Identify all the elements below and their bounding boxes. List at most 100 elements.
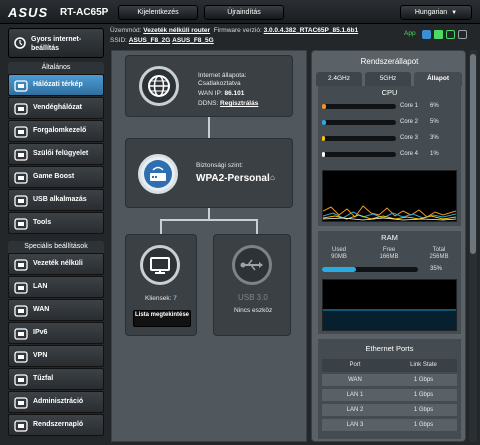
game-boost-icon [14, 172, 28, 184]
firewall-icon [14, 374, 28, 386]
internet-status-label: Internet állapota: [198, 72, 247, 79]
core-bar-fill [322, 136, 325, 141]
advanced-item-label: Vezeték nélküli [33, 260, 83, 267]
general-item-1[interactable]: Vendéghálózat [8, 97, 104, 119]
link-state-cell: 1 Gbps [413, 422, 434, 428]
info-strip: Üzemmód: Vezeték nélküli router Firmware… [110, 26, 480, 48]
advanced-item-0[interactable]: Vezeték nélküli [8, 253, 104, 275]
quick-setup-icon [14, 37, 26, 49]
ddns-register-link[interactable]: Regisztrálás [220, 100, 258, 107]
quick-internet-setup-button[interactable]: Gyors internet-beállítás [8, 28, 104, 58]
core-bar [322, 152, 396, 157]
ram-usage-bar [322, 267, 418, 272]
usb-status-icon[interactable] [434, 30, 443, 39]
ram-title: RAM [381, 233, 398, 242]
general-menu: Hálózati térkép Vendéghálózat Forgalomkeze… [8, 74, 104, 235]
cpu-title: CPU [381, 88, 398, 97]
sync-icon[interactable] [422, 30, 431, 39]
mode-label: Üzemmód: [110, 27, 142, 34]
cpu-graph-lines [322, 205, 457, 221]
language-value: Hungarian [414, 9, 448, 16]
tab-status[interactable]: Állapot [414, 72, 462, 86]
advanced-item-label: VPN [33, 352, 48, 359]
ram-free-label: Free [382, 247, 396, 253]
core-bar-fill [322, 152, 325, 157]
ram-total: 256MB [429, 254, 449, 260]
general-item-label: Game Boost [33, 173, 75, 180]
general-item-4[interactable]: Game Boost [8, 166, 104, 188]
quick-setup-label: Gyors internet-beállítás [31, 36, 82, 52]
traffic-manager-icon [14, 126, 28, 138]
core-label: Core 1 [400, 103, 419, 109]
view-clients-button[interactable]: Lista megtekintése [133, 310, 191, 327]
wan-ip-value: 86.101 [224, 90, 245, 97]
mode-link[interactable]: Vezeték nélküli router [143, 27, 210, 34]
logout-button[interactable]: Kijelentkezés [118, 5, 198, 20]
advanced-item-3[interactable]: IPv6 [8, 322, 104, 344]
scrollbar-thumb[interactable] [470, 54, 476, 254]
tab-2-4ghz[interactable]: 2.4GHz [316, 72, 362, 86]
page-scrollbar[interactable] [469, 50, 477, 442]
advanced-item-label: WAN [33, 306, 50, 313]
general-item-label: Vendéghálózat [33, 104, 83, 111]
internet-status-icon[interactable] [446, 30, 455, 39]
general-item-6[interactable]: Tools [8, 212, 104, 234]
wan-icon [14, 305, 28, 317]
app-label[interactable]: App [404, 30, 416, 37]
link-state-cell: 1 Gbps [413, 407, 434, 413]
advanced-item-5[interactable]: Tűzfal [8, 368, 104, 390]
usb-icon [232, 245, 272, 285]
advanced-item-6[interactable]: Adminisztráció [8, 391, 104, 413]
administration-icon [14, 397, 28, 409]
router-icon [138, 154, 178, 194]
general-header: Általános [8, 62, 104, 74]
language-select[interactable]: Hungarian ▼ [400, 5, 472, 20]
internet-node[interactable]: Internet állapota: Csatlakoztatva WAN IP… [125, 55, 293, 117]
ipv6-icon [14, 328, 28, 340]
tab-5ghz[interactable]: 5GHz [365, 72, 411, 86]
core-label: Core 2 [400, 119, 419, 125]
router-node[interactable]: Biztonsági szint: WPA2-Personal ⌂ [125, 138, 293, 208]
ddns-label: DDNS: [198, 100, 219, 107]
connector-line [208, 117, 210, 138]
table-row: LAN 2 1 Gbps [322, 403, 457, 416]
wifi-status-icon[interactable] [458, 30, 467, 39]
usb-label: USB 3.0 [238, 293, 268, 302]
general-item-label: Tools [33, 219, 52, 226]
clients-node[interactable]: Kliensek: 7 Lista megtekintése [125, 234, 197, 336]
general-item-label: USB alkalmazás [33, 196, 87, 203]
core-bar-fill [322, 120, 326, 125]
advanced-item-2[interactable]: WAN [8, 299, 104, 321]
advanced-item-1[interactable]: LAN [8, 276, 104, 298]
ethernet-table-header: Port Link State [322, 359, 457, 372]
link-state-cell: 1 Gbps [413, 392, 434, 398]
reboot-button[interactable]: Újraindítás [204, 5, 284, 20]
clients-count: 7 [173, 295, 177, 302]
link-state-cell: 1 Gbps [413, 377, 434, 383]
advanced-item-label: LAN [33, 283, 48, 290]
general-item-0[interactable]: Hálózati térkép [8, 74, 104, 96]
internet-status-value: Csatlakoztatva [198, 80, 241, 87]
advanced-item-4[interactable]: VPN [8, 345, 104, 367]
port-cell: LAN 3 [346, 422, 364, 428]
connector-line [160, 219, 258, 221]
port-cell: LAN 2 [346, 407, 364, 413]
advanced-header: Speciális beállítások [8, 241, 104, 253]
advanced-item-7[interactable]: Rendszernapló [8, 414, 104, 436]
general-item-2[interactable]: Forgalomkezelő [8, 120, 104, 142]
general-item-5[interactable]: USB alkalmazás [8, 189, 104, 211]
advanced-item-label: IPv6 [33, 329, 48, 336]
firmware-link[interactable]: 3.0.0.4.382_RTAC65P_85.1.6b1 [264, 27, 359, 34]
general-item-3[interactable]: Szülői felügyelet [8, 143, 104, 165]
usb-node[interactable]: USB 3.0 Nincs eszköz [213, 234, 291, 336]
status-icons: App [404, 28, 474, 42]
ram-graph [322, 279, 457, 331]
ssid-24ghz: ASUS_F8_2G [128, 37, 171, 44]
table-row: WAN 1 Gbps [322, 373, 457, 386]
top-bar: ASUS RT-AC65P Kijelentkezés Újraindítás … [0, 0, 480, 24]
port-cell: WAN [348, 377, 362, 383]
ram-used-label: Used [331, 247, 346, 253]
clients-label: Kliensek: [145, 295, 172, 302]
tools-icon [14, 218, 28, 230]
guest-network-icon [14, 103, 28, 115]
